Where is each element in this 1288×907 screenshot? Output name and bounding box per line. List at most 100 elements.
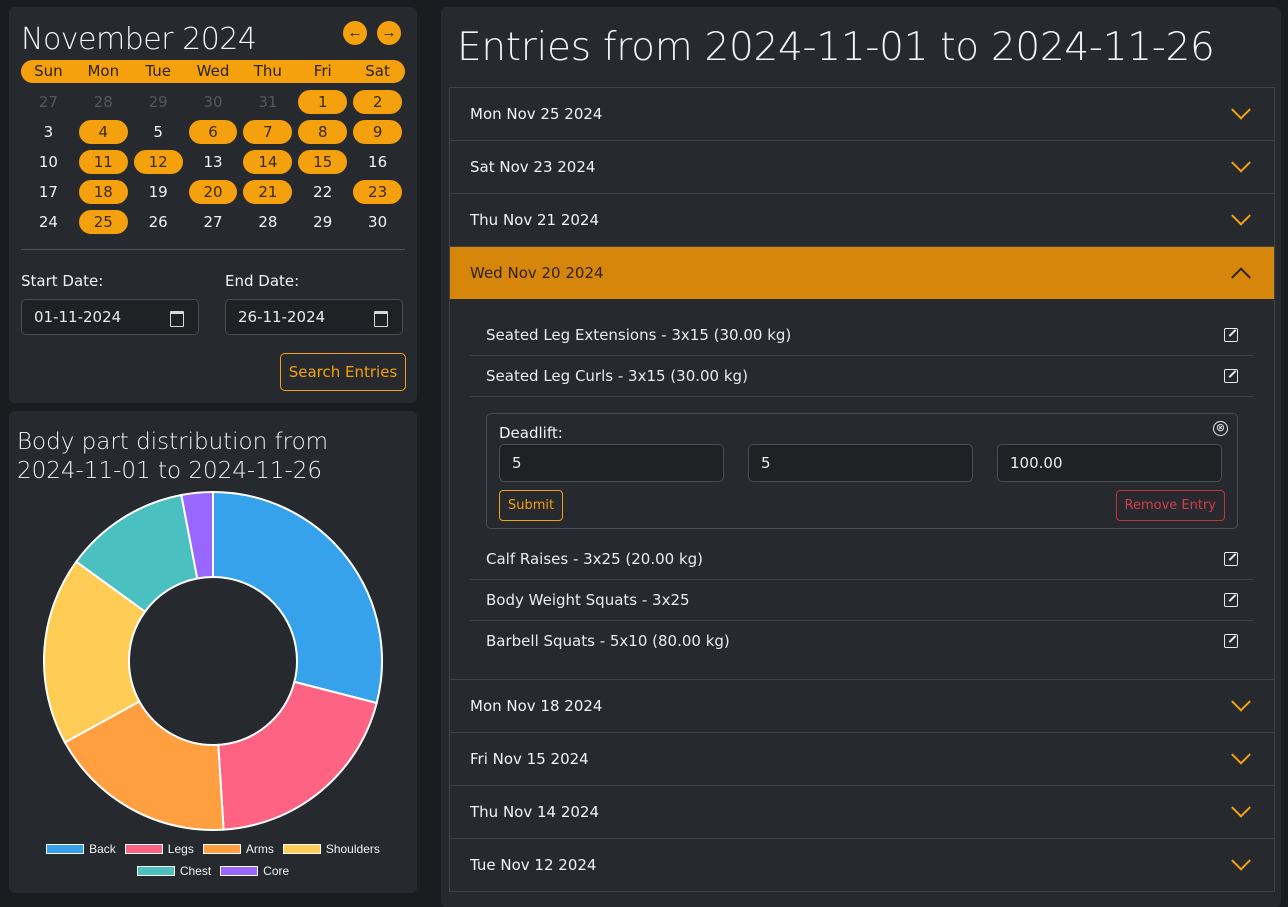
calendar-day[interactable]: 29 — [131, 90, 186, 114]
edit-icon[interactable] — [1224, 634, 1238, 648]
search-entries-button[interactable]: Search Entries — [280, 353, 406, 391]
accordion-header[interactable]: Fri Nov 15 2024 — [450, 733, 1274, 785]
entries-title: Entries from 2024-11-01 to 2024-11-26 — [457, 25, 1215, 70]
arrow-right-icon: → — [381, 24, 397, 41]
calendar-day[interactable]: 14 — [243, 150, 293, 174]
accordion-item: Fri Nov 15 2024 — [450, 733, 1274, 786]
legend-item-legs[interactable]: Legs — [124, 842, 194, 856]
next-month-button[interactable]: → — [377, 21, 401, 45]
edit-entry-form: Deadlift: ⊗ 5 5 100.00 Submit Remove Ent… — [486, 413, 1238, 529]
edit-icon[interactable] — [1224, 593, 1238, 607]
calendar-day[interactable]: 27 — [21, 90, 76, 114]
calendar-day[interactable]: 7 — [243, 120, 293, 144]
accordion-header[interactable]: Mon Nov 18 2024 — [450, 680, 1274, 732]
chevron-down-icon — [1231, 152, 1251, 173]
day-label: Thu Nov 14 2024 — [470, 803, 600, 821]
calendar-day[interactable]: 6 — [188, 120, 238, 144]
edit-icon[interactable] — [1224, 369, 1238, 383]
calendar-day[interactable]: 5 — [131, 120, 186, 144]
divider — [21, 249, 405, 250]
calendar-day[interactable]: 13 — [186, 150, 241, 174]
chevron-down-icon — [1231, 691, 1251, 712]
calendar-icon[interactable] — [374, 311, 388, 327]
accordion-header[interactable]: Mon Nov 25 2024 — [450, 88, 1274, 140]
calendar-day[interactable]: 23 — [353, 180, 403, 204]
calendar-day[interactable]: 28 — [76, 90, 131, 114]
legend-item-core[interactable]: Core — [220, 864, 289, 878]
legend-item-back[interactable]: Back — [46, 842, 116, 856]
calendar-day[interactable]: 22 — [295, 180, 350, 204]
legend-swatch — [46, 844, 85, 854]
calendar-day[interactable]: 18 — [78, 180, 128, 204]
donut-slice-legs[interactable] — [217, 680, 378, 831]
calendar-day[interactable]: 12 — [133, 150, 183, 174]
calendar-day[interactable]: 30 — [350, 210, 405, 234]
weekday-label: Tue — [145, 62, 171, 80]
calendar-week-row: 24 25 26 27 28 29 30 — [21, 207, 405, 237]
calendar-day[interactable]: 16 — [350, 150, 405, 174]
calendar-day[interactable]: 9 — [353, 120, 403, 144]
remove-entry-button[interactable]: Remove Entry — [1115, 490, 1225, 521]
calendar-day[interactable]: 27 — [186, 210, 241, 234]
weight-input[interactable]: 100.00 — [997, 444, 1222, 482]
donut-chart — [43, 490, 384, 832]
accordion-item: Thu Nov 14 2024 — [450, 786, 1274, 839]
legend-item-chest[interactable]: Chest — [136, 864, 211, 878]
calendar-day[interactable]: 8 — [298, 120, 348, 144]
calendar-day[interactable]: 21 — [243, 180, 293, 204]
entries-panel: Entries from 2024-11-01 to 2024-11-26 Mo… — [441, 7, 1281, 907]
arrow-left-icon: ← — [347, 24, 363, 41]
calendar-day[interactable]: 4 — [78, 120, 128, 144]
submit-button[interactable]: Submit — [499, 490, 564, 521]
accordion-header[interactable]: Thu Nov 21 2024 — [450, 194, 1274, 246]
legend-item-shoulders[interactable]: Shoulders — [282, 842, 380, 856]
prev-month-button[interactable]: ← — [343, 21, 367, 45]
calendar-day[interactable]: 25 — [78, 210, 128, 234]
end-date-value: 26-11-2024 — [238, 308, 326, 326]
legend-label: Back — [89, 842, 116, 856]
end-date-input[interactable]: 26-11-2024 — [225, 299, 403, 335]
accordion-header[interactable]: Tue Nov 12 2024 — [450, 839, 1274, 891]
legend-swatch — [124, 844, 163, 854]
calendar-day[interactable]: 20 — [188, 180, 238, 204]
accordion-item: Thu Nov 21 2024 — [450, 194, 1274, 247]
accordion-header[interactable]: Sat Nov 23 2024 — [450, 141, 1274, 193]
exercise-row: Calf Raises - 3x25 (20.00 kg) — [470, 539, 1254, 580]
weekday-label: Sun — [34, 62, 63, 80]
accordion-header[interactable]: Thu Nov 14 2024 — [450, 786, 1274, 838]
sets-input[interactable]: 5 — [499, 444, 724, 482]
calendar-day[interactable]: 11 — [78, 150, 128, 174]
exercise-row: Seated Leg Extensions - 3x15 (30.00 kg) — [470, 315, 1254, 356]
exercise-row: Barbell Squats - 5x10 (80.00 kg) — [470, 621, 1254, 661]
legend-item-arms[interactable]: Arms — [202, 842, 274, 856]
calendar-day[interactable]: 10 — [21, 150, 76, 174]
legend-label: Shoulders — [325, 842, 380, 856]
calendar-day[interactable]: 26 — [131, 210, 186, 234]
calendar-day[interactable]: 30 — [186, 90, 241, 114]
calendar-day[interactable]: 15 — [298, 150, 348, 174]
calendar-icon[interactable] — [170, 311, 184, 327]
calendar-day[interactable]: 2 — [353, 90, 403, 114]
calendar-day[interactable]: 19 — [131, 180, 186, 204]
day-label: Fri Nov 15 2024 — [470, 750, 589, 768]
calendar-day[interactable]: 31 — [240, 90, 295, 114]
chevron-down-icon — [1231, 850, 1251, 871]
calendar-day[interactable]: 3 — [21, 120, 76, 144]
accordion-item: Mon Nov 18 2024 — [450, 680, 1274, 733]
close-icon[interactable]: ⊗ — [1213, 421, 1228, 436]
start-date-input[interactable]: 01-11-2024 — [21, 299, 199, 335]
calendar-day[interactable]: 1 — [298, 90, 348, 114]
accordion-header[interactable]: Wed Nov 20 2024 — [450, 247, 1274, 299]
entries-accordion: Mon Nov 25 2024 Sat Nov 23 2024 Thu Nov … — [449, 87, 1275, 892]
donut-slice-back[interactable] — [212, 490, 384, 705]
exercise-label: Calf Raises - 3x25 (20.00 kg) — [486, 550, 704, 568]
calendar-month-title: November 2024 — [21, 22, 257, 57]
exercise-name-label: Deadlift: — [499, 424, 563, 442]
edit-icon[interactable] — [1224, 328, 1238, 342]
edit-icon[interactable] — [1224, 552, 1238, 566]
calendar-day[interactable]: 24 — [21, 210, 76, 234]
calendar-day[interactable]: 28 — [240, 210, 295, 234]
reps-input[interactable]: 5 — [748, 444, 973, 482]
calendar-day[interactable]: 29 — [295, 210, 350, 234]
calendar-day[interactable]: 17 — [21, 180, 76, 204]
